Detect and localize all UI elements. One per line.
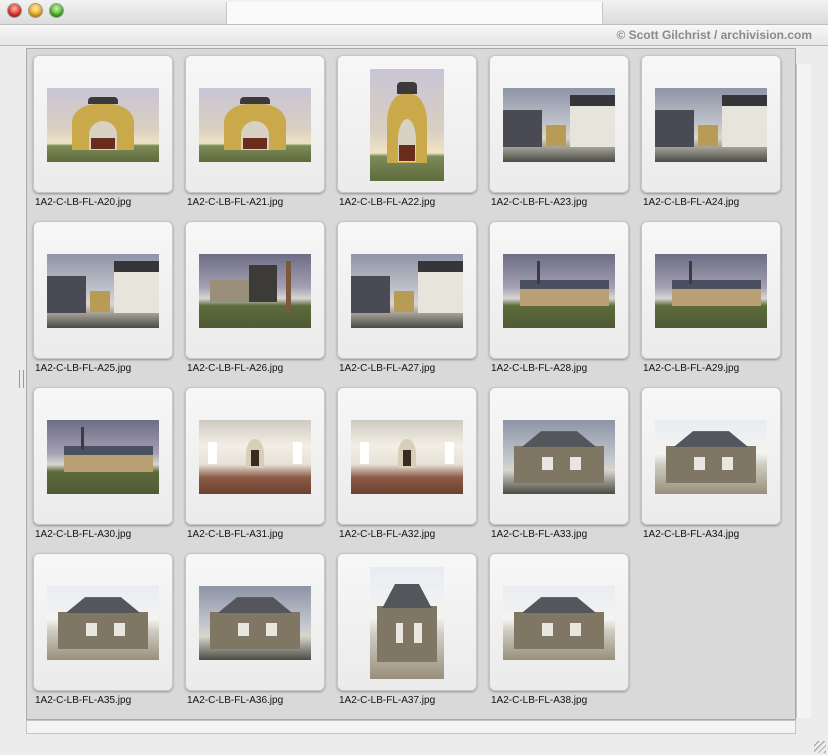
thumbnail-image <box>351 420 463 494</box>
close-window-button[interactable] <box>8 4 21 17</box>
thumbnail-tile[interactable] <box>185 221 325 359</box>
thumbnail-caption: 1A2-C-LB-FL-A32.jpg <box>339 529 436 540</box>
thumbnail-tile[interactable] <box>33 221 173 359</box>
thumbnail-image <box>503 586 615 660</box>
thumbnail-tile[interactable] <box>489 553 629 691</box>
thumbnail-caption: 1A2-C-LB-FL-A24.jpg <box>643 197 740 208</box>
title-bar <box>0 0 828 25</box>
thumbnail-tile[interactable] <box>185 387 325 525</box>
thumbnail-tile[interactable] <box>33 553 173 691</box>
thumbnail-image <box>351 254 463 328</box>
thumbnail-grid: 1A2-C-LB-FL-A20.jpg 1A2-C-LB-FL-A21.jpg 1A… <box>26 48 796 720</box>
thumbnail-image <box>47 420 159 494</box>
toolbar: © Scott Gilchrist / archivision.com <box>0 25 828 46</box>
thumbnail-caption: 1A2-C-LB-FL-A35.jpg <box>35 695 132 706</box>
thumbnail-image <box>655 254 767 328</box>
thumbnail-image <box>503 420 615 494</box>
thumbnail-image <box>199 586 311 660</box>
horizontal-scrollbar[interactable] <box>26 720 796 734</box>
thumbnail-image <box>503 254 615 328</box>
thumbnail-caption: 1A2-C-LB-FL-A34.jpg <box>643 529 740 540</box>
thumbnail-tile[interactable] <box>489 221 629 359</box>
thumbnail-tile[interactable] <box>33 55 173 193</box>
thumbnail-caption: 1A2-C-LB-FL-A28.jpg <box>491 363 588 374</box>
thumbnail-tile[interactable] <box>337 387 477 525</box>
thumbnail-caption: 1A2-C-LB-FL-A33.jpg <box>491 529 588 540</box>
thumbnail-image <box>655 88 767 162</box>
thumbnail-image <box>47 586 159 660</box>
thumbnail-caption: 1A2-C-LB-FL-A22.jpg <box>339 197 436 208</box>
thumbnail-image <box>655 420 767 494</box>
thumbnail-image <box>47 88 159 162</box>
zoom-window-button[interactable] <box>50 4 63 17</box>
thumbnail-caption: 1A2-C-LB-FL-A29.jpg <box>643 363 740 374</box>
title-field <box>226 2 603 24</box>
thumbnail-image <box>370 69 444 181</box>
thumbnail-tile[interactable] <box>337 553 477 691</box>
thumbnail-caption: 1A2-C-LB-FL-A36.jpg <box>187 695 284 706</box>
thumbnail-image <box>199 254 311 328</box>
thumbnail-image <box>199 88 311 162</box>
thumbnail-tile[interactable] <box>489 387 629 525</box>
copyright-credit: © Scott Gilchrist / archivision.com <box>616 28 812 42</box>
thumbnail-tile[interactable] <box>185 553 325 691</box>
thumbnail-caption: 1A2-C-LB-FL-A38.jpg <box>491 695 588 706</box>
thumbnail-tile[interactable] <box>337 55 477 193</box>
drawer-handle[interactable] <box>19 370 24 388</box>
thumbnail-image <box>370 567 444 679</box>
thumbnail-caption: 1A2-C-LB-FL-A21.jpg <box>187 197 284 208</box>
minimize-window-button[interactable] <box>29 4 42 17</box>
thumbnail-tile[interactable] <box>185 55 325 193</box>
thumbnail-tile[interactable] <box>337 221 477 359</box>
thumbnail-tile[interactable] <box>641 387 781 525</box>
thumbnail-tile[interactable] <box>489 55 629 193</box>
thumbnail-image <box>503 88 615 162</box>
vertical-scrollbar[interactable] <box>796 64 811 718</box>
thumbnail-tile[interactable] <box>641 55 781 193</box>
thumbnail-caption: 1A2-C-LB-FL-A23.jpg <box>491 197 588 208</box>
thumbnail-caption: 1A2-C-LB-FL-A25.jpg <box>35 363 132 374</box>
thumbnail-caption: 1A2-C-LB-FL-A37.jpg <box>339 695 436 706</box>
thumbnail-caption: 1A2-C-LB-FL-A27.jpg <box>339 363 436 374</box>
thumbnail-image <box>199 420 311 494</box>
thumbnail-tile[interactable] <box>641 221 781 359</box>
resize-grip-icon[interactable] <box>814 741 826 753</box>
thumbnail-caption: 1A2-C-LB-FL-A20.jpg <box>35 197 132 208</box>
thumbnail-image <box>47 254 159 328</box>
thumbnail-caption: 1A2-C-LB-FL-A30.jpg <box>35 529 132 540</box>
thumbnail-tile[interactable] <box>33 387 173 525</box>
thumbnail-caption: 1A2-C-LB-FL-A26.jpg <box>187 363 284 374</box>
thumbnail-caption: 1A2-C-LB-FL-A31.jpg <box>187 529 284 540</box>
